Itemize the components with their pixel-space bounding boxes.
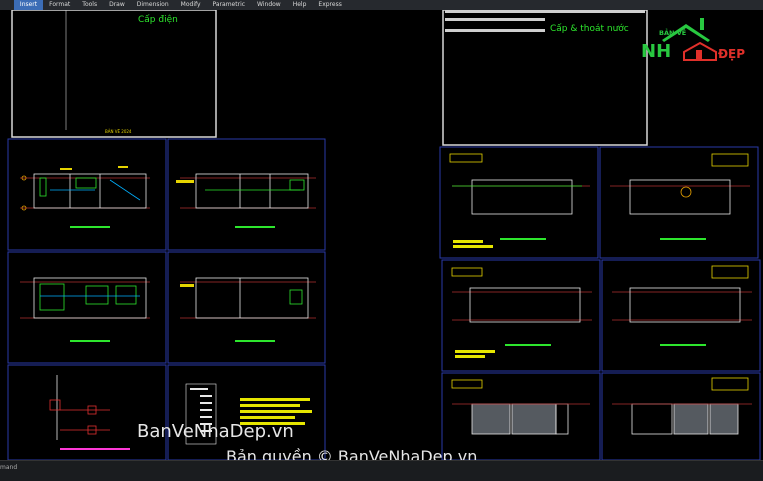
menu-parametric[interactable]: Parametric xyxy=(207,0,252,10)
elevation-water-1 xyxy=(451,379,590,435)
cover-sheet-water: Cấp & thoát nước xyxy=(442,9,648,146)
elevation-water-2 xyxy=(612,377,752,435)
floor-plan-electric-4 xyxy=(180,277,316,342)
floor-plan-electric-2 xyxy=(176,173,316,228)
model-space: Cấp điện BẢN VẼ 2024 Cấp & thoát nước BẢ… xyxy=(7,9,761,466)
menu-partial-left[interactable] xyxy=(0,0,14,10)
logo-line2: NH xyxy=(641,41,671,62)
logo-line3: ĐẸP xyxy=(718,47,745,61)
command-line[interactable]: mand xyxy=(0,460,763,481)
electric-riser-diagram xyxy=(49,375,130,450)
cover-small-text: BẢN VẼ 2024 xyxy=(105,129,132,134)
menu-draw[interactable]: Draw xyxy=(103,0,131,10)
title-water: Cấp & thoát nước xyxy=(550,23,629,34)
floor-plan-water-4 xyxy=(612,265,752,346)
menu-tools[interactable]: Tools xyxy=(76,0,103,10)
floor-plan-water-1 xyxy=(449,153,590,248)
logo-line1: BẢN VẼ xyxy=(659,27,686,37)
drawing-canvas[interactable]: Cấp điện BẢN VẼ 2024 Cấp & thoát nước BẢ… xyxy=(0,9,763,466)
menu-format[interactable]: Format xyxy=(43,0,76,10)
menu-dimension[interactable]: Dimension xyxy=(131,0,175,10)
command-prompt: mand xyxy=(0,464,18,471)
menu-express[interactable]: Express xyxy=(312,0,347,10)
menu-bar: Insert Format Tools Draw Dimension Modif… xyxy=(0,0,763,10)
menu-insert[interactable]: Insert xyxy=(13,0,44,10)
floor-plan-water-3 xyxy=(451,267,592,358)
cover-sheet-electric: Cấp điện BẢN VẼ 2024 xyxy=(11,9,217,138)
menu-modify[interactable]: Modify xyxy=(175,0,207,10)
site-logo: BẢN VẼ NH ĐẸP xyxy=(641,18,745,62)
menu-window[interactable]: Window xyxy=(251,0,287,10)
watermark-mid: BanVeNhaDep.vn xyxy=(137,421,294,442)
floor-plan-electric-1 xyxy=(20,166,150,228)
floor-plan-water-2 xyxy=(610,153,750,240)
floor-plan-electric-3 xyxy=(20,277,150,342)
title-electric: Cấp điện xyxy=(138,14,178,25)
watermark-bottom: Bản quyền © BanVeNhaDep.vn xyxy=(226,447,477,460)
menu-help[interactable]: Help xyxy=(287,0,313,10)
